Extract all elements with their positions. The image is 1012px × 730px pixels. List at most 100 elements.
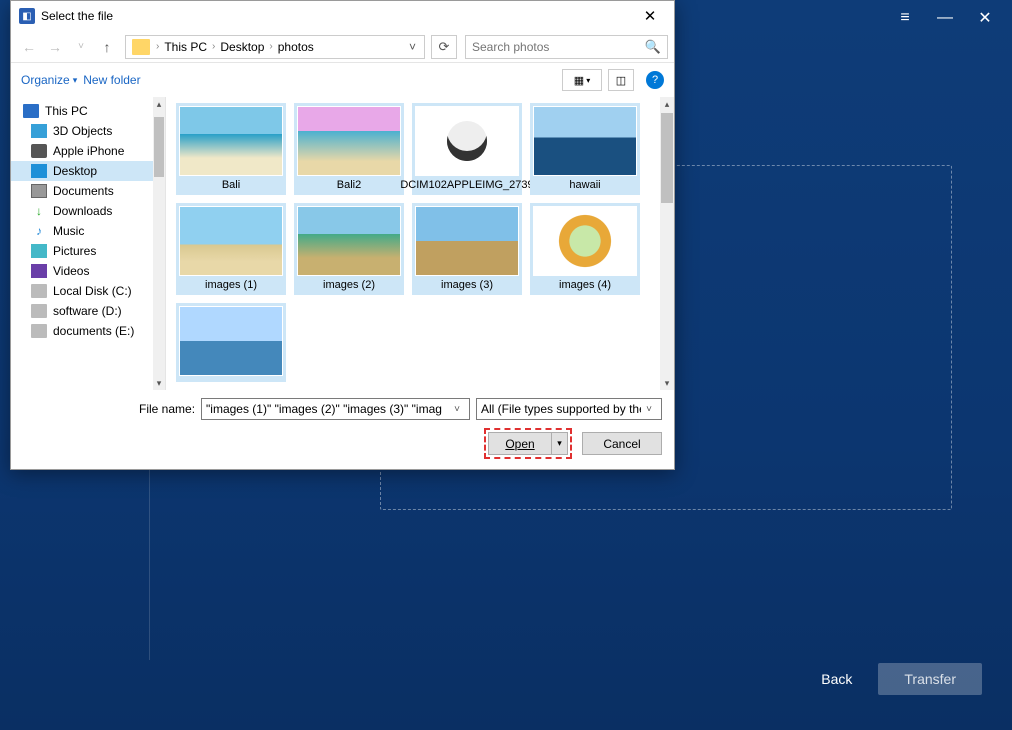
thumbnail: [179, 206, 283, 276]
new-folder-button[interactable]: New folder: [83, 73, 140, 87]
tree-label: 3D Objects: [53, 124, 112, 138]
list-icon[interactable]: ≡: [886, 4, 924, 32]
tree-label: Documents: [53, 184, 114, 198]
thumbnail: [533, 206, 637, 276]
nav-up-icon[interactable]: ↑: [95, 35, 119, 59]
file-list: BaliBali2DCIM102APPLEIMG_2739hawaiiimage…: [166, 97, 674, 390]
file-label: hawaii: [569, 179, 600, 192]
help-icon[interactable]: ?: [646, 71, 664, 89]
file-item[interactable]: DCIM102APPLEIMG_2739: [412, 103, 522, 195]
filter-dropdown-icon[interactable]: ˅: [641, 404, 657, 415]
tree-item-apple-iphone[interactable]: Apple iPhone: [11, 141, 165, 161]
ic-disk-icon: [31, 284, 47, 298]
crumb-desktop[interactable]: Desktop: [217, 40, 267, 54]
tree-item-pictures[interactable]: Pictures: [11, 241, 165, 261]
filename-input[interactable]: ˅: [201, 398, 470, 420]
thumbnail: [533, 106, 637, 176]
crumb-photos[interactable]: photos: [275, 40, 317, 54]
nav-forward-icon: →: [43, 35, 67, 59]
file-item[interactable]: images (1): [176, 203, 286, 295]
dialog-nav: ← → ˅ ↑ › This PC › Desktop › photos ˅ ⟳…: [11, 31, 674, 63]
file-item[interactable]: Bali: [176, 103, 286, 195]
dialog-footer: File name: ˅ All (File types supported b…: [11, 390, 674, 469]
tree-label: software (D:): [53, 304, 122, 318]
dialog-toolbar: Organize ▾ New folder ▦ ▾ ◫ ?: [11, 63, 674, 97]
minimize-button[interactable]: —: [926, 4, 964, 32]
filename-field[interactable]: [206, 402, 449, 416]
tree-item-desktop[interactable]: Desktop: [11, 161, 165, 181]
file-item[interactable]: Bali2: [294, 103, 404, 195]
thumbnail: [179, 106, 283, 176]
filename-label: File name:: [139, 402, 195, 416]
file-label: Bali2: [337, 179, 361, 192]
file-item[interactable]: images (3): [412, 203, 522, 295]
file-item[interactable]: hawaii: [530, 103, 640, 195]
file-item[interactable]: images (2): [294, 203, 404, 295]
tree-item-3d-objects[interactable]: 3D Objects: [11, 121, 165, 141]
refresh-icon[interactable]: ⟳: [431, 35, 457, 59]
thumbnail: [415, 206, 519, 276]
file-item[interactable]: images (4): [530, 203, 640, 295]
nav-back-icon: ←: [17, 35, 41, 59]
breadcrumb[interactable]: › This PC › Desktop › photos ˅: [125, 35, 425, 59]
filename-dropdown-icon[interactable]: ˅: [449, 404, 465, 415]
thumbnail: [415, 106, 519, 176]
nav-tree: This PC 3D Objects Apple iPhone Desktop Docu…: [11, 97, 166, 390]
tree-item-software-d-[interactable]: software (D:): [11, 301, 165, 321]
tree-label: Local Disk (C:): [53, 284, 132, 298]
filetype-filter[interactable]: All (File types supported by the ˅: [476, 398, 662, 420]
file-label: DCIM102APPLEIMG_2739: [400, 179, 533, 192]
tree-label: Apple iPhone: [53, 144, 124, 158]
file-label: Bali: [222, 179, 240, 192]
tree-item-documents[interactable]: Documents: [11, 181, 165, 201]
dialog-titlebar[interactable]: ◧ Select the file ✕: [11, 1, 674, 31]
folder-icon: [132, 39, 150, 55]
ic-disk-icon: [31, 324, 47, 338]
file-dialog: ◧ Select the file ✕ ← → ˅ ↑ › This PC › …: [10, 0, 675, 470]
tree-label: This PC: [45, 104, 88, 118]
ic-dl-icon: ↓: [31, 204, 47, 218]
open-button[interactable]: Open: [488, 432, 552, 455]
tree-item-downloads[interactable]: ↓Downloads: [11, 201, 165, 221]
dialog-title: Select the file: [41, 9, 113, 23]
thumbnail: [179, 306, 283, 376]
tree-label: Desktop: [53, 164, 97, 178]
files-scrollbar[interactable]: ▴▾: [660, 97, 674, 390]
tree-label: Pictures: [53, 244, 96, 258]
tree-item-videos[interactable]: Videos: [11, 261, 165, 281]
tree-item-music[interactable]: ♪ Music: [11, 221, 165, 241]
transfer-button: Transfer: [878, 663, 982, 695]
preview-pane-button[interactable]: ◫: [608, 69, 634, 91]
crumb-thispc[interactable]: This PC: [161, 40, 210, 54]
ic-desktop-icon: [31, 164, 47, 178]
tree-item-local-disk-c-[interactable]: Local Disk (C:): [11, 281, 165, 301]
ic-vid-icon: [31, 264, 47, 278]
tree-label: documents (E:): [53, 324, 134, 338]
tree-scrollbar[interactable]: ▴▾: [153, 97, 165, 390]
file-label: images (2): [323, 279, 375, 292]
tree-label: Music: [53, 224, 84, 238]
tree-item-this-pc[interactable]: This PC: [11, 101, 165, 121]
ic-cube-icon: [31, 124, 47, 138]
ic-pc-icon: [23, 104, 39, 118]
cancel-button[interactable]: Cancel: [582, 432, 662, 455]
file-label: images (3): [441, 279, 493, 292]
search-icon[interactable]: 🔍: [645, 39, 661, 55]
ic-phone-icon: [31, 144, 47, 158]
close-button[interactable]: ✕: [966, 4, 1004, 32]
ic-music-icon: ♪: [31, 224, 47, 238]
open-split-icon[interactable]: ▾: [552, 432, 568, 455]
tree-item-documents-e-[interactable]: documents (E:): [11, 321, 165, 341]
view-mode-button[interactable]: ▦ ▾: [562, 69, 602, 91]
thumbnail: [297, 106, 401, 176]
dialog-close-button[interactable]: ✕: [630, 2, 670, 30]
search-input[interactable]: 🔍: [465, 35, 668, 59]
ic-disk-icon: [31, 304, 47, 318]
back-button[interactable]: Back: [807, 663, 866, 695]
organize-menu[interactable]: Organize ▾: [21, 73, 77, 87]
file-label: images (4): [559, 279, 611, 292]
search-field[interactable]: [472, 40, 645, 54]
chevron-down-icon[interactable]: ˅: [403, 40, 422, 54]
file-item[interactable]: [176, 303, 286, 382]
nav-recent-icon[interactable]: ˅: [69, 35, 93, 59]
